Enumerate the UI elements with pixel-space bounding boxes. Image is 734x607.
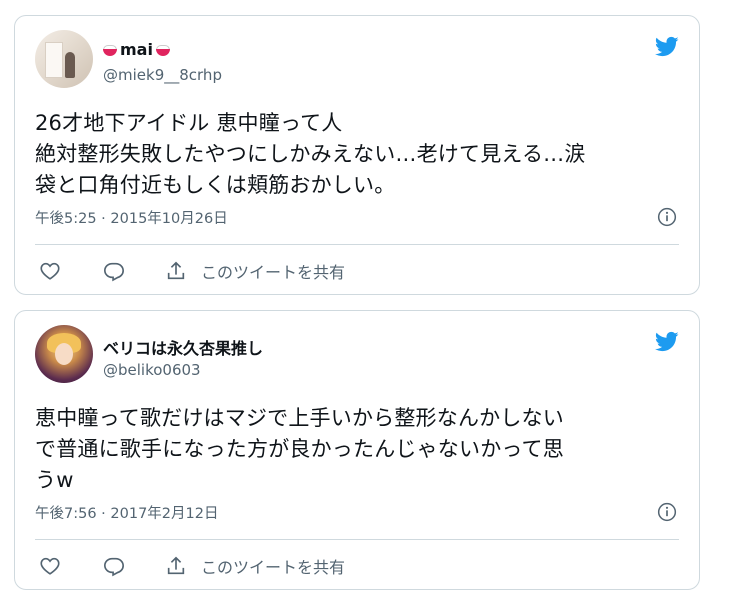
tweet-timestamp[interactable]: 午後5:25 · 2015年10月26日	[35, 207, 228, 228]
reply-icon[interactable]	[103, 555, 125, 577]
tweet-text: 26才地下アイドル 恵中瞳って人 絶対整形失敗したやつにしかみえない…老けて見え…	[35, 108, 685, 201]
tweet-text-line: 恵中瞳って歌だけはマジで上手いから整形なんかしない	[35, 406, 564, 430]
rice-bowl-emoji	[103, 44, 117, 56]
display-name-text: ベリコは永久杏果推し	[103, 339, 264, 358]
info-icon[interactable]	[657, 207, 677, 227]
share-icon[interactable]	[165, 555, 187, 577]
heart-icon[interactable]	[39, 260, 61, 282]
avatar[interactable]	[35, 325, 93, 383]
avatar-door	[45, 42, 63, 78]
divider	[35, 539, 679, 540]
info-icon[interactable]	[657, 502, 677, 522]
tweet-actions: このツイートを共有	[39, 553, 345, 579]
display-name[interactable]: ベリコは永久杏果推し	[103, 335, 263, 359]
tweet-card[interactable]: ベリコは永久杏果推し @beliko0603 恵中瞳って歌だけはマジで上手いから…	[14, 310, 700, 590]
share-icon[interactable]	[165, 260, 187, 282]
twitter-bird-icon[interactable]	[653, 34, 681, 58]
display-name-text: mai	[120, 40, 153, 59]
user-handle[interactable]: @beliko0603	[103, 361, 201, 379]
tweet-timestamp[interactable]: 午後7:56 · 2017年2月12日	[35, 502, 218, 523]
share-label[interactable]: このツイートを共有	[201, 259, 345, 283]
avatar-face	[55, 343, 73, 365]
tweet-text-line: 絶対整形失敗したやつにしかみえない…老けて見える…涙	[35, 142, 586, 166]
tweet-card[interactable]: mai @miek9__8crhp 26才地下アイドル 恵中瞳って人 絶対整形失…	[14, 15, 700, 295]
reply-icon[interactable]	[103, 260, 125, 282]
heart-icon[interactable]	[39, 555, 61, 577]
tweet-text-line: 袋と口角付近もしくは頬筋おかしい。	[35, 173, 396, 197]
share-label[interactable]: このツイートを共有	[201, 554, 345, 578]
rice-bowl-emoji	[155, 44, 170, 56]
avatar-figure	[65, 52, 75, 78]
tweet-actions: このツイートを共有	[39, 258, 345, 284]
tweet-text-line: うw	[35, 468, 74, 492]
tweet-text: 恵中瞳って歌だけはマジで上手いから整形なんかしない で普通に歌手になった方が良か…	[35, 403, 685, 496]
divider	[35, 244, 679, 245]
twitter-bird-icon[interactable]	[653, 329, 681, 353]
avatar[interactable]	[35, 30, 93, 88]
tweet-text-line: 26才地下アイドル 恵中瞳って人	[35, 111, 343, 135]
tweet-text-line: で普通に歌手になった方が良かったんじゃないかって思	[35, 437, 564, 461]
user-handle[interactable]: @miek9__8crhp	[103, 66, 222, 84]
display-name[interactable]: mai	[103, 40, 170, 59]
